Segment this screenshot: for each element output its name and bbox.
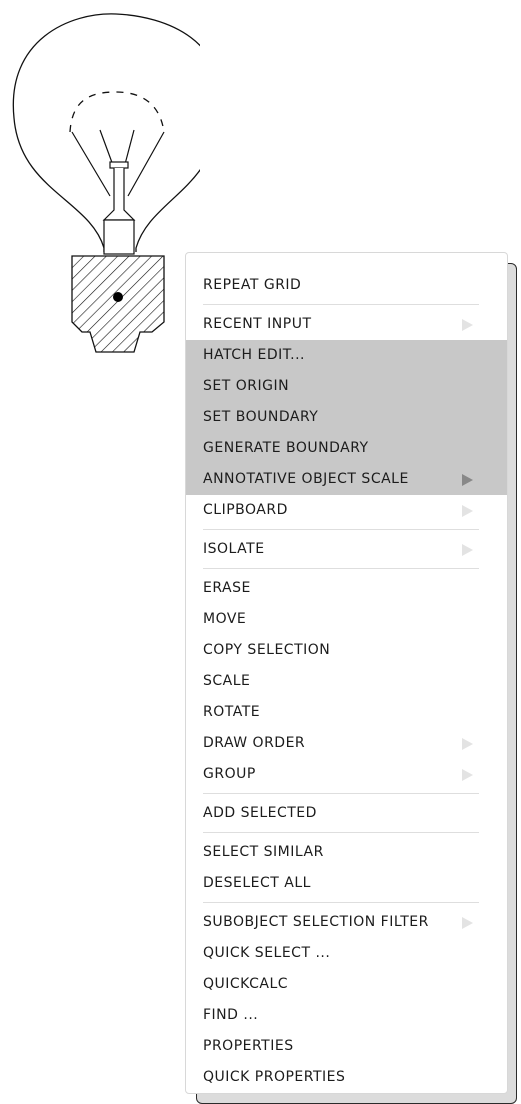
menu-item-label: ISOLATE [203,541,265,557]
menu-item-group[interactable]: GROUP [186,759,507,794]
menu-item-recent-input[interactable]: RECENT INPUT [186,309,507,340]
menu-item-label: MOVE [203,611,247,627]
submenu-arrow-icon [462,544,473,556]
hatch-origin-dot[interactable] [113,292,123,302]
menu-item-label: QUICK SELECT ... [203,945,331,961]
submenu-arrow-icon [462,769,473,781]
submenu-arrow-icon [462,474,473,486]
menu-item-label: SELECT SIMILAR [203,844,324,860]
submenu-arrow-icon [462,917,473,929]
context-menu: REPEAT GRID RECENT INPUT HATCH EDIT... SET … [185,252,508,1094]
menu-item-label: DRAW ORDER [203,735,306,751]
cad-canvas[interactable]: REPEAT GRID RECENT INPUT HATCH EDIT... SET … [0,0,521,1104]
menu-item-set-origin[interactable]: SET ORIGIN [186,371,507,402]
bulb-glass-outline [12,13,200,252]
menu-item-label: QUICKCALC [203,976,289,992]
menu-item-label: DESELECT ALL [203,875,311,891]
submenu-arrow-icon [462,505,473,517]
menu-item-subobject-selection-filter[interactable]: SUBOBJECT SELECTION FILTER [186,907,507,938]
submenu-arrow-icon [462,319,473,331]
menu-item-quickcalc[interactable]: QUICKCALC [186,969,507,1000]
menu-item-label: SUBOBJECT SELECTION FILTER [203,914,429,930]
menu-item-repeat-grid[interactable]: REPEAT GRID [186,270,507,305]
bulb-base-hatch[interactable] [71,255,165,353]
menu-item-label: SCALE [203,673,251,689]
menu-item-scale[interactable]: SCALE [186,666,507,697]
menu-item-add-selected[interactable]: ADD SELECTED [186,798,507,833]
menu-item-quick-select[interactable]: QUICK SELECT ... [186,938,507,969]
menu-item-draw-order[interactable]: DRAW ORDER [186,728,507,759]
filament-arc [69,91,165,133]
menu-item-rotate[interactable]: ROTATE [186,697,507,728]
menu-item-label: ROTATE [203,704,261,720]
submenu-arrow-icon [462,738,473,750]
menu-item-label: ANNOTATIVE OBJECT SCALE [203,471,409,487]
menu-item-label: SET BOUNDARY [203,409,319,425]
menu-item-label: COPY SELECTION [203,642,331,658]
menu-item-label: REPEAT GRID [203,277,302,293]
menu-item-clipboard[interactable]: CLIPBOARD [186,495,507,530]
menu-item-set-boundary[interactable]: SET BOUNDARY [186,402,507,433]
menu-item-label: QUICK PROPERTIES [203,1069,346,1085]
menu-item-copy-selection[interactable]: COPY SELECTION [186,635,507,666]
menu-item-isolate[interactable]: ISOLATE [186,534,507,569]
bulb-neck [103,219,135,255]
menu-item-generate-boundary[interactable]: GENERATE BOUNDARY [186,433,507,464]
bulb-stem-cap [109,161,129,169]
menu-item-move[interactable]: MOVE [186,604,507,635]
menu-item-label: RECENT INPUT [203,316,312,332]
menu-item-label: PROPERTIES [203,1038,294,1054]
menu-item-label: GENERATE BOUNDARY [203,440,369,456]
menu-item-label: ADD SELECTED [203,805,317,821]
menu-item-label: CLIPBOARD [203,502,288,518]
menu-item-annotative-object-scale[interactable]: ANNOTATIVE OBJECT SCALE [186,464,507,495]
menu-item-find[interactable]: FIND ... [186,1000,507,1031]
menu-item-label: HATCH EDIT... [203,347,305,363]
menu-item-label: SET ORIGIN [203,378,290,394]
menu-item-select-similar[interactable]: SELECT SIMILAR [186,837,507,868]
menu-item-label: ERASE [203,580,251,596]
menu-item-quick-properties[interactable]: QUICK PROPERTIES [186,1062,507,1093]
menu-item-properties[interactable]: PROPERTIES [186,1031,507,1062]
menu-item-deselect-all[interactable]: DESELECT ALL [186,868,507,903]
menu-item-label: GROUP [203,766,256,782]
menu-item-hatch-edit[interactable]: HATCH EDIT... [186,340,507,371]
light-bulb-drawing[interactable] [0,0,200,360]
menu-item-erase[interactable]: ERASE [186,573,507,604]
menu-item-label: FIND ... [203,1007,259,1023]
